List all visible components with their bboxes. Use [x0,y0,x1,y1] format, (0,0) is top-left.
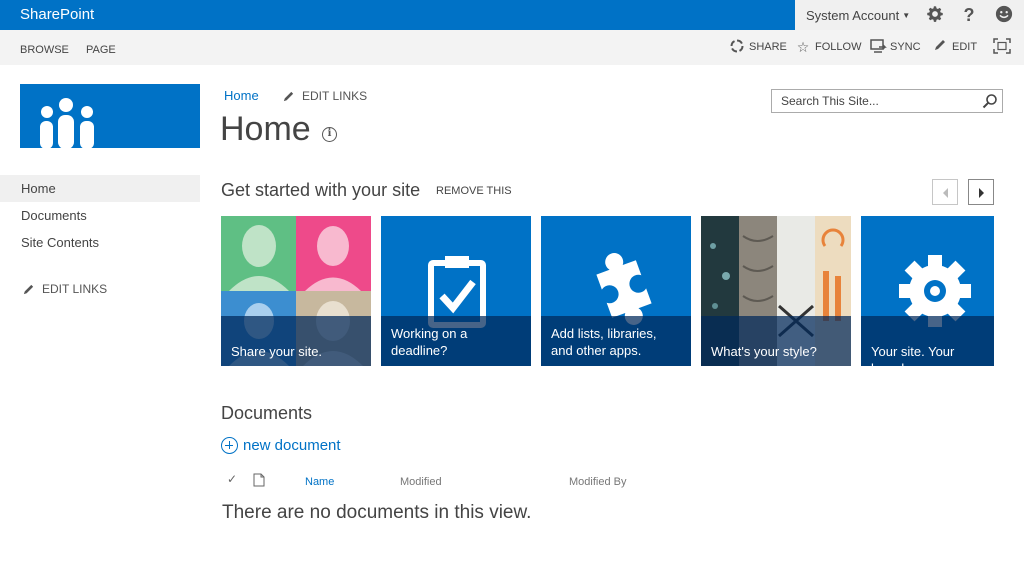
share-label: SHARE [749,41,787,53]
sync-icon [869,38,887,56]
left-nav: Home Documents Site Contents [0,175,200,256]
tile-your-site-your-brand[interactable]: Your site. Your brand. [861,216,994,366]
tile-caption: Your site. Your brand. [861,316,994,366]
gear-icon[interactable] [925,5,945,25]
follow-label: FOLLOW [815,41,862,53]
pencil-icon [23,284,34,294]
people-logo-icon [40,98,94,149]
edit-label: EDIT [952,41,978,53]
previous-button[interactable] [932,179,958,205]
sync-button[interactable]: SYNC [869,38,921,56]
account-menu[interactable]: System Account ▼ [806,8,910,23]
caret-down-icon: ▼ [902,11,911,20]
share-button[interactable]: SHARE [728,38,787,56]
nav-item-home[interactable]: Home [0,175,200,202]
chevron-left-icon [943,188,948,198]
smiley-icon[interactable] [994,5,1014,25]
app-brand[interactable]: SharePoint [20,6,94,23]
column-header-modified[interactable]: Modified [400,476,442,488]
focus-button[interactable] [993,38,1014,56]
remove-this-link[interactable]: REMOVE THIS [436,185,512,197]
column-header-name[interactable]: Name [305,476,334,488]
pencil-icon [283,91,294,101]
tile-whats-your-style[interactable]: What's your style? [701,216,851,366]
empty-view-message: There are no documents in this view. [222,502,532,523]
tile-share-your-site[interactable]: Share your site. [221,216,371,366]
star-icon: ☆ [796,39,810,55]
account-name: System Account [806,8,900,23]
ribbon: BROWSE PAGE SHARE ☆ FOLLOW SYNC EDIT [0,30,1024,65]
breadcrumb-edit-links-label: EDIT LINKS [302,89,368,103]
search-input[interactable] [772,90,972,112]
chevron-right-icon [979,188,984,198]
tile-caption: Add lists, libraries, and other apps. [541,316,691,366]
focus-icon [993,38,1011,56]
site-logo[interactable] [20,84,200,149]
edit-button[interactable]: EDIT [931,38,977,56]
info-icon[interactable]: i [322,127,337,142]
tab-browse[interactable]: BROWSE [20,44,69,56]
breadcrumb-edit-links[interactable]: EDIT LINKS [282,89,367,103]
new-document-button[interactable]: new document [221,437,341,454]
document-type-icon [253,473,265,487]
search-icon[interactable] [982,93,998,109]
documents-title[interactable]: Documents [221,403,312,424]
nav-edit-links-label: EDIT LINKS [42,282,108,296]
column-header-modified-by[interactable]: Modified By [569,476,626,488]
sync-label: SYNC [890,41,921,53]
tab-page[interactable]: PAGE [86,44,116,56]
tile-caption: What's your style? [701,316,851,366]
suite-bar-right: System Account ▼ ? [795,0,1024,30]
help-icon[interactable]: ? [959,5,979,25]
tile-working-on-a-deadline[interactable]: Working on a deadline? [381,216,531,366]
new-document-label: new document [243,437,341,454]
plus-circle-icon [221,437,238,454]
nav-edit-links[interactable]: EDIT LINKS [22,282,107,296]
pencil-icon [931,38,949,56]
tile-caption: Share your site. [221,316,371,366]
select-all-checkmark-icon[interactable]: ✓ [227,472,237,486]
tile-caption: Working on a deadline? [381,316,531,366]
search-box [771,89,1003,113]
get-started-title: Get started with your site [221,180,421,200]
share-icon [728,38,746,56]
page-title: Home [220,110,311,148]
tile-add-lists-libraries-apps[interactable]: Add lists, libraries, and other apps. [541,216,691,366]
nav-item-site-contents[interactable]: Site Contents [0,229,200,256]
next-button[interactable] [968,179,994,205]
breadcrumb-home[interactable]: Home [224,88,259,103]
suite-bar: SharePoint System Account ▼ ? [0,0,1024,30]
follow-button[interactable]: ☆ FOLLOW [794,38,862,56]
nav-item-documents[interactable]: Documents [0,202,200,229]
